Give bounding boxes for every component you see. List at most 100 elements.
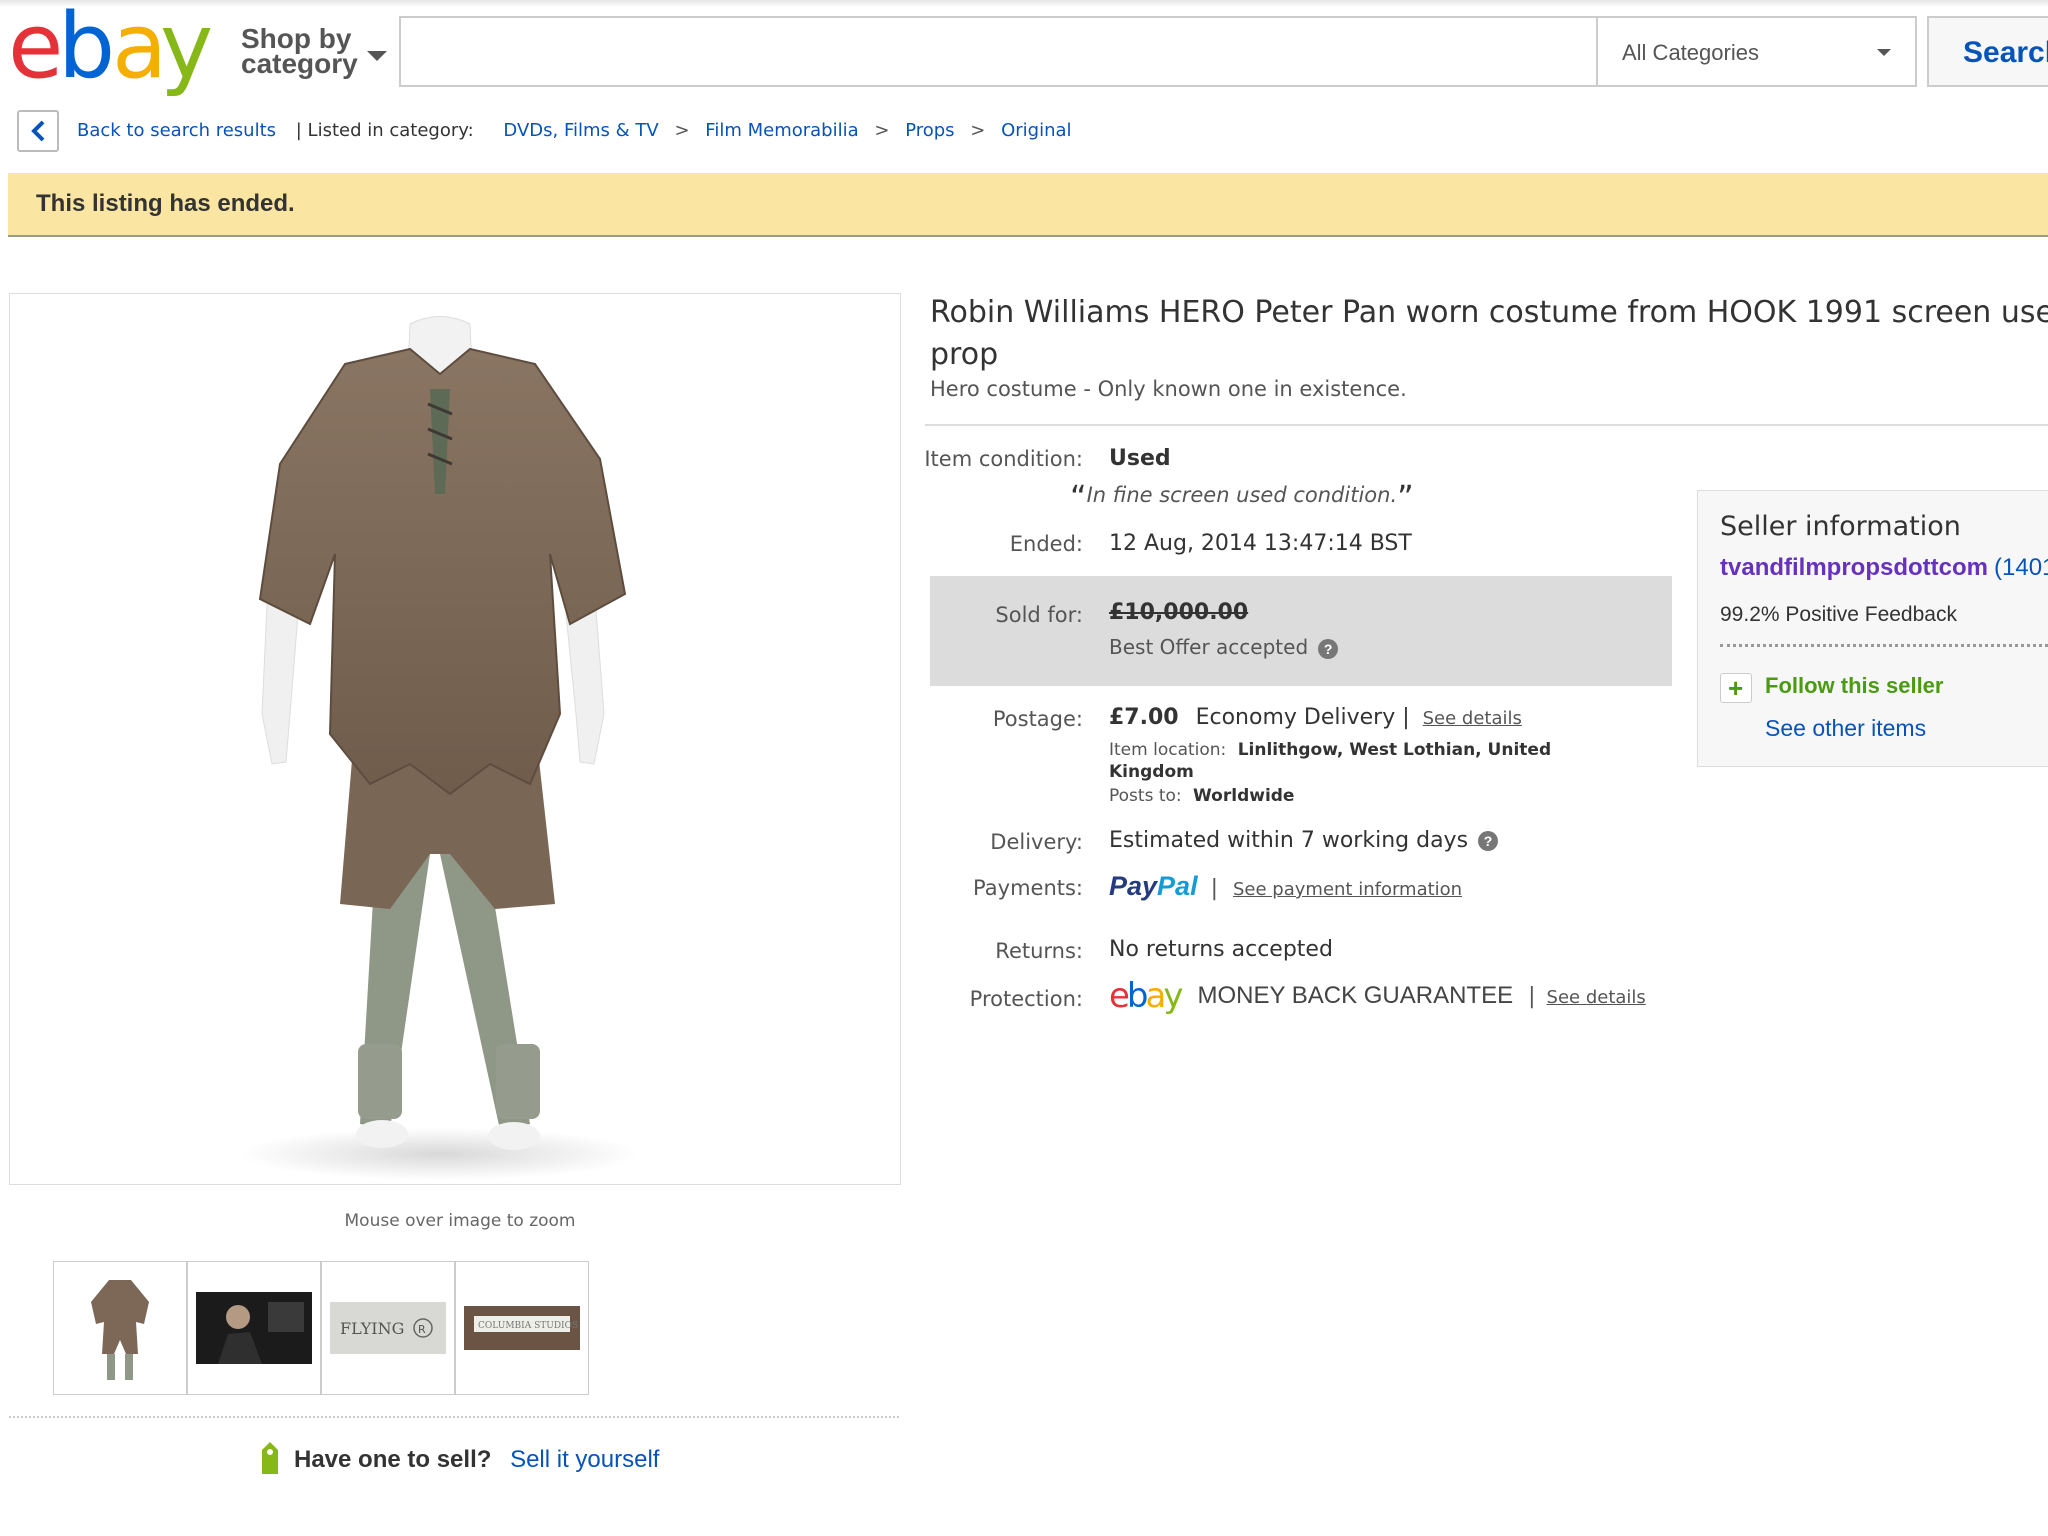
title-divider (925, 424, 2048, 426)
main-product-image[interactable] (9, 293, 901, 1185)
logo-letter-e: e (8, 0, 63, 99)
postage-price: £7.00 (1109, 705, 1179, 730)
posts-to-label: Posts to: (1109, 786, 1182, 806)
logo-letter-a: a (112, 0, 167, 99)
sold-price: £10,000.00 (1109, 600, 1249, 625)
payment-information-link[interactable]: See payment information (1233, 879, 1462, 900)
seller-info-heading: Seller information (1720, 511, 1961, 542)
item-title-line2: prop (930, 337, 999, 372)
delivery-row: Estimated within 7 working days? (1109, 828, 1499, 853)
help-icon[interactable]: ? (1478, 831, 1499, 851)
protection-see-details-link[interactable]: See details (1547, 987, 1646, 1008)
breadcrumb-item-film-memorabilia[interactable]: Film Memorabilia (705, 120, 858, 141)
item-location-value-line1: Linlithgow, West Lothian, United (1237, 740, 1552, 760)
svg-text:FLYING: FLYING (340, 1319, 404, 1338)
sell-yours-row: Have one to sell? Sell it yourself (258, 1442, 659, 1474)
listed-in-label: | Listed in category: (295, 120, 474, 141)
category-select[interactable]: All Categories (1596, 16, 1917, 87)
item-location-label: Item location: (1109, 740, 1227, 760)
condition-description: “In fine screen used condition.” (1070, 478, 1414, 516)
sold-for-label: Sold for: (995, 603, 1083, 627)
sold-for-panel (930, 576, 1672, 686)
postage-label: Postage: (992, 707, 1083, 731)
thumbnail-4[interactable]: COLUMBIA STUDIOS (455, 1261, 589, 1395)
sell-it-yourself-link[interactable]: Sell it yourself (510, 1446, 659, 1473)
posts-to: Posts to: Worldwide (1109, 786, 1294, 806)
thumbnail-2[interactable] (187, 1261, 321, 1395)
ebay-logo[interactable]: e b a y (8, 0, 218, 99)
seller-dotted-divider (1720, 644, 2048, 647)
paypal-logo-icon: PayPal (1109, 871, 1198, 901)
item-location-value-line2: Kingdom (1109, 762, 1194, 782)
money-back-guarantee: MONEY BACK GUARANTEE (1197, 982, 1514, 1009)
shop-by-line2: category (241, 48, 358, 79)
payments-separator: | (1210, 876, 1218, 901)
breadcrumb-separator: > (874, 120, 890, 141)
help-icon[interactable]: ? (1318, 638, 1339, 659)
open-quote-icon: “ (1070, 478, 1087, 516)
delivery-label: Delivery: (990, 830, 1083, 854)
film-still-thumbnail-image (196, 1292, 312, 1364)
item-title: Robin Williams HERO Peter Pan worn costu… (930, 292, 2048, 376)
listing-ended-banner: This listing has ended. (8, 173, 2048, 237)
postage-row: £7.00 Economy Delivery | See details (1109, 705, 1522, 730)
item-subtitle: Hero costume - Only known one in existen… (930, 377, 1407, 401)
see-other-items-link[interactable]: See other items (1765, 715, 1926, 742)
seller-username-link[interactable]: tvandfilmpropsdottcom (1720, 554, 1988, 581)
logo-letter-b: b (58, 0, 115, 99)
svg-text:COLUMBIA STUDIOS: COLUMBIA STUDIOS (478, 1321, 578, 1331)
protection-row: ebay MONEY BACK GUARANTEE | See details (1109, 976, 1646, 1016)
payments-label: Payments: (973, 876, 1083, 900)
breadcrumb-item-props[interactable]: Props (905, 120, 954, 141)
breadcrumb: Back to search results | Listed in categ… (77, 120, 1072, 141)
best-offer-text: Best Offer accepted (1109, 635, 1309, 659)
breadcrumb-separator: > (970, 120, 986, 141)
paypal-pal: Pal (1157, 871, 1198, 901)
shop-by-category-button[interactable]: Shop by category (241, 25, 387, 79)
posts-to-value: Worldwide (1193, 786, 1295, 806)
chevron-left-icon (31, 120, 45, 142)
payments-row: PayPal | See payment information (1109, 871, 1462, 902)
search-button-label: Search (1963, 36, 2048, 69)
ended-label: Ended: (1009, 532, 1083, 556)
top-shadow-line (0, 0, 2048, 7)
dropdown-arrow-icon (1877, 49, 1891, 56)
costume-illustration (240, 316, 640, 1180)
chevron-down-icon (367, 51, 387, 61)
svg-text:R: R (418, 1323, 426, 1336)
delivery-value: Estimated within 7 working days (1109, 828, 1469, 853)
search-input[interactable] (401, 18, 1597, 85)
best-offer-row: Best Offer accepted? (1109, 635, 1339, 659)
thumbnail-1[interactable] (53, 1261, 187, 1395)
follow-seller-link[interactable]: Follow this seller (1765, 673, 1943, 699)
have-one-to-sell-label: Have one to sell? (294, 1446, 492, 1473)
zoom-hint: Mouse over image to zoom (344, 1211, 576, 1231)
protection-separator: | (1528, 984, 1536, 1009)
thumbnail-3[interactable]: FLYING R (321, 1261, 455, 1395)
ended-value: 12 Aug, 2014 13:47:14 BST (1109, 531, 1412, 556)
breadcrumb-separator: > (674, 120, 690, 141)
postage-see-details-link[interactable]: See details (1423, 708, 1522, 729)
returns-value: No returns accepted (1109, 937, 1333, 962)
gallery-divider (9, 1416, 899, 1418)
condition-label: Item condition: (924, 447, 1083, 471)
back-button[interactable] (17, 110, 59, 152)
seller-information-panel: Seller information tvandfilmpropsdottcom… (1697, 490, 2048, 767)
search-button[interactable]: Search (1927, 16, 2048, 87)
listing-ended-text: This listing has ended. (36, 190, 295, 217)
seller-feedback-count-link[interactable]: (1401 (1994, 554, 2048, 581)
seller-name-row: tvandfilmpropsdottcom(1401 (1720, 554, 2048, 582)
logo-letter-y: y (160, 0, 213, 99)
price-tag-icon (262, 1442, 278, 1474)
returns-label: Returns: (995, 939, 1083, 963)
breadcrumb-item-dvds[interactable]: DVDs, Films & TV (503, 120, 658, 141)
search-field[interactable] (399, 16, 1597, 87)
condition-value: Used (1109, 446, 1171, 471)
breadcrumb-item-original[interactable]: Original (1001, 120, 1071, 141)
ebay-small-logo-icon: ebay (1109, 976, 1184, 1016)
item-title-line1: Robin Williams HERO Peter Pan worn costu… (930, 295, 2048, 330)
costume-thumbnail-image (91, 1280, 149, 1380)
plus-icon[interactable]: + (1720, 673, 1752, 703)
back-to-search-link[interactable]: Back to search results (77, 120, 276, 141)
item-location: Item location: Linlithgow, West Lothian,… (1109, 739, 1609, 783)
